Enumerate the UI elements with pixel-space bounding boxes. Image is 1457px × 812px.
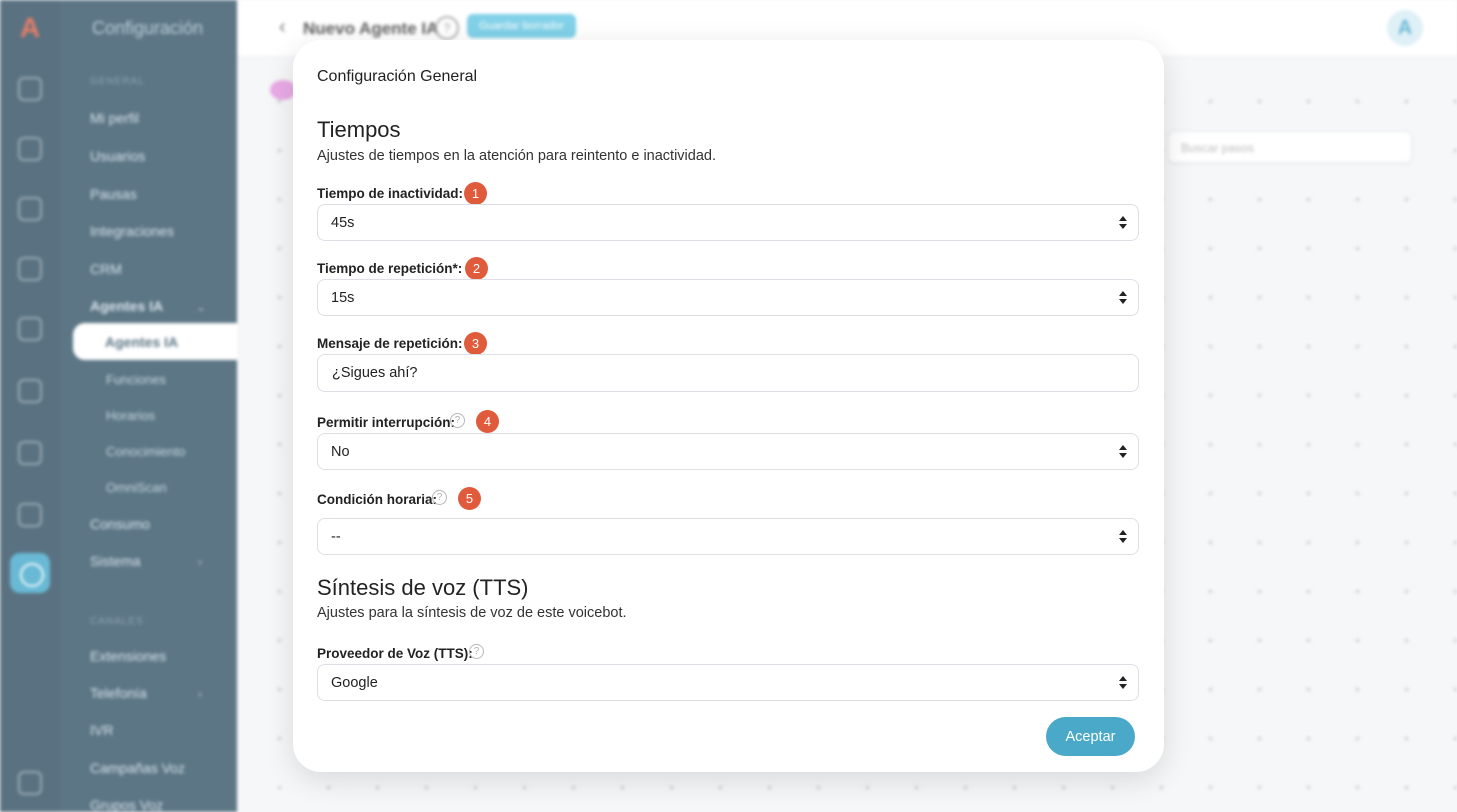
allow-interruption-label: Permitir interrupción: (317, 415, 456, 430)
accept-button[interactable]: Aceptar (1046, 717, 1135, 756)
general-settings-modal: Configuración General Tiempos Ajustes de… (293, 40, 1164, 772)
select-arrows-icon (1118, 530, 1128, 544)
inactivity-time-select[interactable]: 45s (317, 204, 1139, 241)
inactivity-time-label: Tiempo de inactividad: (317, 186, 464, 201)
repeat-time-label: Tiempo de repetición*: (317, 261, 463, 276)
step-badge-5: 5 (458, 487, 481, 510)
repeat-message-input[interactable] (317, 354, 1139, 392)
step-badge-4: 4 (476, 410, 499, 433)
modal-title: Configuración General (317, 68, 478, 85)
tts-provider-label: Proveedor de Voz (TTS): (317, 646, 473, 661)
tts-heading: Síntesis de voz (TTS) (317, 575, 529, 600)
time-condition-select[interactable]: -- (317, 518, 1139, 555)
help-icon[interactable]: ? (432, 490, 447, 505)
timing-heading: Tiempos (317, 117, 401, 142)
inactivity-time-value: 45s (331, 215, 355, 231)
select-arrows-icon (1118, 676, 1128, 690)
step-badge-1: 1 (464, 182, 487, 205)
help-icon[interactable]: ? (450, 413, 465, 428)
step-badge-2: 2 (465, 257, 488, 280)
tts-description: Ajustes para la síntesis de voz de este … (317, 605, 627, 621)
repeat-time-select[interactable]: 15s (317, 279, 1139, 316)
select-arrows-icon (1118, 445, 1128, 459)
select-arrows-icon (1118, 291, 1128, 305)
select-arrows-icon (1118, 216, 1128, 230)
repeat-time-value: 15s (331, 290, 355, 306)
allow-interruption-select[interactable]: No (317, 433, 1139, 470)
help-icon[interactable]: ? (469, 644, 484, 659)
tts-provider-value: Google (331, 675, 378, 691)
repeat-message-label: Mensaje de repetición: (317, 336, 463, 351)
step-badge-3: 3 (464, 332, 487, 355)
allow-interruption-value: No (331, 444, 350, 460)
time-condition-label: Condición horaria: (317, 492, 438, 507)
tts-provider-select[interactable]: Google (317, 664, 1139, 701)
time-condition-value: -- (331, 529, 341, 545)
timing-description: Ajustes de tiempos en la atención para r… (317, 148, 716, 164)
